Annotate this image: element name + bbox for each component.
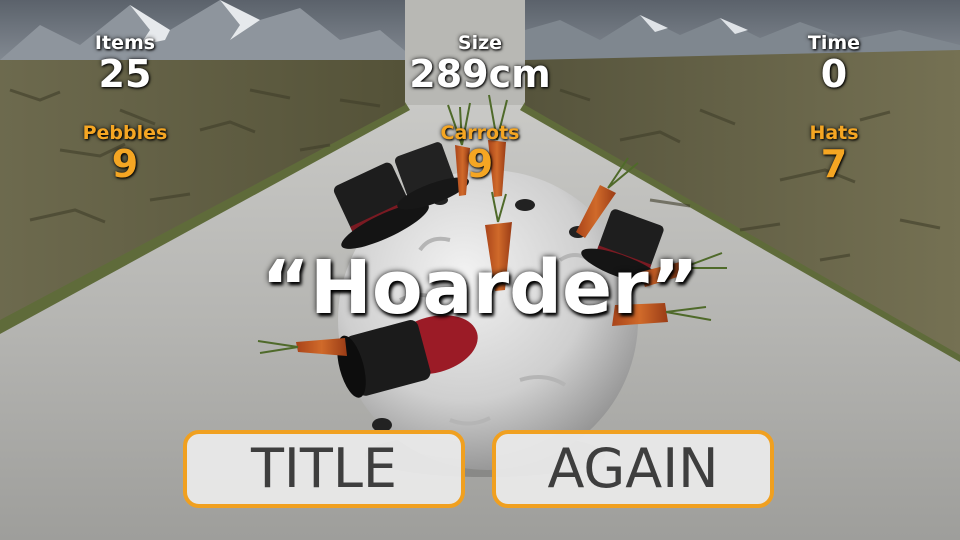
time-counter: Time 0 — [734, 32, 934, 94]
size-label: Size — [457, 32, 503, 54]
carrots-value: 9 — [466, 142, 494, 186]
pebble-icon — [515, 199, 535, 211]
title-button[interactable]: TITLE — [183, 430, 465, 508]
items-value: 25 — [98, 52, 152, 96]
time-label: Time — [807, 32, 861, 54]
size-counter: Size 289cm — [380, 32, 580, 94]
carrots-counter: Carrots 9 — [380, 122, 580, 184]
items-counter: Items 25 — [25, 32, 225, 94]
pebbles-counter: Pebbles 9 — [25, 122, 225, 184]
carrots-label: Carrots — [440, 122, 520, 144]
hats-counter: Hats 7 — [734, 122, 934, 184]
hats-value: 7 — [820, 142, 848, 186]
size-value: 289cm — [409, 52, 551, 96]
again-button[interactable]: AGAIN — [492, 430, 774, 508]
items-label: Items — [94, 32, 156, 54]
pebbles-label: Pebbles — [82, 122, 168, 144]
hats-label: Hats — [809, 122, 859, 144]
award-title: “Hoarder” — [261, 245, 699, 331]
time-value: 0 — [820, 52, 848, 96]
pebbles-value: 9 — [111, 142, 139, 186]
